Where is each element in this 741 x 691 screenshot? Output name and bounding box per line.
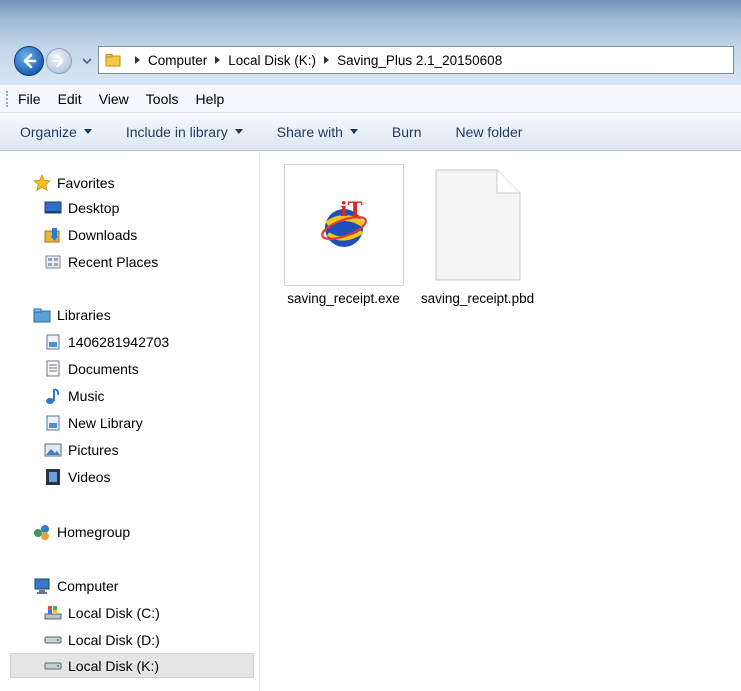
breadcrumb-separator-icon[interactable] <box>215 56 221 64</box>
nav-music-label: Music <box>68 387 105 404</box>
recent-pages-dropdown[interactable] <box>80 54 94 68</box>
breadcrumb: Computer Local Disk (K:) Saving_Plus 2.1… <box>127 53 502 68</box>
share-with-label: Share with <box>276 123 343 140</box>
nav-library-1406281942703-label: 1406281942703 <box>68 333 170 350</box>
nav-local-disk-k[interactable]: Local Disk (K:) <box>10 653 254 678</box>
nav-favorites-label: Favorites <box>57 174 115 191</box>
nav-desktop-label: Desktop <box>68 199 120 216</box>
nav-local-disk-d[interactable]: Local Disk (D:) <box>44 627 160 652</box>
nav-new-library-label: New Library <box>68 414 143 431</box>
nav-recent-places[interactable]: Recent Places <box>44 249 158 274</box>
file-item[interactable]: iT saving_receipt.exe <box>281 164 406 307</box>
caret-down-icon <box>234 129 243 134</box>
file-thumbnail: iT <box>283 164 404 286</box>
desktop-icon <box>44 199 62 217</box>
menu-view[interactable]: View <box>99 91 129 107</box>
blank-document-icon <box>435 169 520 281</box>
file-thumbnail <box>418 164 538 286</box>
nav-computer-label: Computer <box>57 577 119 594</box>
nav-recent-places-label: Recent Places <box>68 253 159 270</box>
menu-edit[interactable]: Edit <box>58 91 82 107</box>
navigation-pane: Favorites Desktop Downloads Recent Place… <box>0 152 260 691</box>
file-name: saving_receipt.pbd <box>420 291 535 306</box>
nav-homegroup-label: Homegroup <box>57 523 131 540</box>
music-note-icon <box>44 387 62 405</box>
menu-help[interactable]: Help <box>195 91 224 107</box>
breadcrumb-separator-icon[interactable] <box>135 56 140 64</box>
menu-grip <box>6 91 8 107</box>
homegroup-icon <box>33 523 51 541</box>
new-folder-label: New folder <box>455 123 523 140</box>
libraries-icon <box>33 306 51 324</box>
nav-computer[interactable]: Computer <box>33 573 118 598</box>
burn-button[interactable]: Burn <box>392 124 422 140</box>
nav-videos[interactable]: Videos <box>44 464 111 489</box>
folder-icon <box>105 54 121 67</box>
command-bar: Organize Include in library Share with B… <box>0 113 741 151</box>
nav-documents-label: Documents <box>68 360 139 377</box>
explorer-window: Computer Local Disk (K:) Saving_Plus 2.1… <box>0 0 741 691</box>
address-box[interactable]: Computer Local Disk (K:) Saving_Plus 2.1… <box>98 46 734 74</box>
file-item[interactable]: saving_receipt.pbd <box>415 164 540 307</box>
nav-pictures[interactable]: Pictures <box>44 437 119 462</box>
breadcrumb-separator-icon[interactable] <box>324 56 330 64</box>
arrow-right-icon <box>52 54 64 68</box>
include-in-library-button[interactable]: Include in library <box>126 124 243 140</box>
nav-homegroup[interactable]: Homegroup <box>33 519 130 544</box>
nav-favorites[interactable]: Favorites <box>33 170 115 195</box>
menu-tools[interactable]: Tools <box>146 91 179 107</box>
breadcrumb-current-folder[interactable]: Saving_Plus 2.1_20150608 <box>337 53 502 68</box>
chevron-down-icon <box>82 58 92 65</box>
documents-icon <box>44 360 62 378</box>
menu-bar: File Edit View Tools Help <box>0 85 741 113</box>
nav-local-disk-c[interactable]: Local Disk (C:) <box>44 600 160 625</box>
nav-downloads-label: Downloads <box>68 226 138 243</box>
nav-local-disk-k-label: Local Disk (K:) <box>68 657 160 674</box>
caret-down-icon <box>83 129 92 134</box>
breadcrumb-computer[interactable]: Computer <box>148 53 207 68</box>
svg-text:iT: iT <box>340 197 363 221</box>
nav-videos-label: Videos <box>68 468 111 485</box>
back-button[interactable] <box>14 46 44 76</box>
downloads-folder-icon <box>44 226 62 244</box>
nav-downloads[interactable]: Downloads <box>44 222 137 247</box>
star-icon <box>33 173 51 192</box>
computer-icon <box>33 577 51 595</box>
organize-button[interactable]: Organize <box>20 124 92 140</box>
nav-desktop[interactable]: Desktop <box>44 195 119 220</box>
nav-library-1406281942703[interactable]: 1406281942703 <box>44 329 169 354</box>
nav-music[interactable]: Music <box>44 383 105 408</box>
share-with-button[interactable]: Share with <box>277 124 358 140</box>
caret-down-icon <box>349 129 358 134</box>
address-bar-area: Computer Local Disk (K:) Saving_Plus 2.1… <box>0 0 741 85</box>
burn-label: Burn <box>391 123 422 140</box>
nav-local-disk-d-label: Local Disk (D:) <box>68 631 160 648</box>
menu-file[interactable]: File <box>18 91 41 107</box>
library-icon <box>44 414 62 432</box>
drive-icon <box>44 657 62 675</box>
library-icon <box>44 333 62 351</box>
nav-new-library[interactable]: New Library <box>44 410 143 435</box>
file-name: saving_receipt.exe <box>287 291 400 306</box>
nav-documents[interactable]: Documents <box>44 356 139 381</box>
nav-pictures-label: Pictures <box>68 441 119 458</box>
nav-libraries-label: Libraries <box>57 306 111 323</box>
file-list: iT saving_receipt.exe saving_receipt.pbd <box>261 152 741 691</box>
system-drive-icon <box>44 604 62 622</box>
app-logo-icon: iT <box>320 197 367 247</box>
nav-local-disk-c-label: Local Disk (C:) <box>68 604 160 621</box>
include-in-library-label: Include in library <box>125 123 228 140</box>
breadcrumb-local-disk-k[interactable]: Local Disk (K:) <box>228 53 316 68</box>
new-folder-button[interactable]: New folder <box>455 124 522 140</box>
drive-icon <box>44 631 62 649</box>
nav-libraries[interactable]: Libraries <box>33 302 111 327</box>
pictures-icon <box>44 441 62 459</box>
organize-label: Organize <box>20 123 77 140</box>
film-icon <box>44 468 62 486</box>
recent-places-icon <box>44 253 62 271</box>
arrow-left-icon <box>23 53 37 69</box>
forward-button[interactable] <box>46 48 72 74</box>
